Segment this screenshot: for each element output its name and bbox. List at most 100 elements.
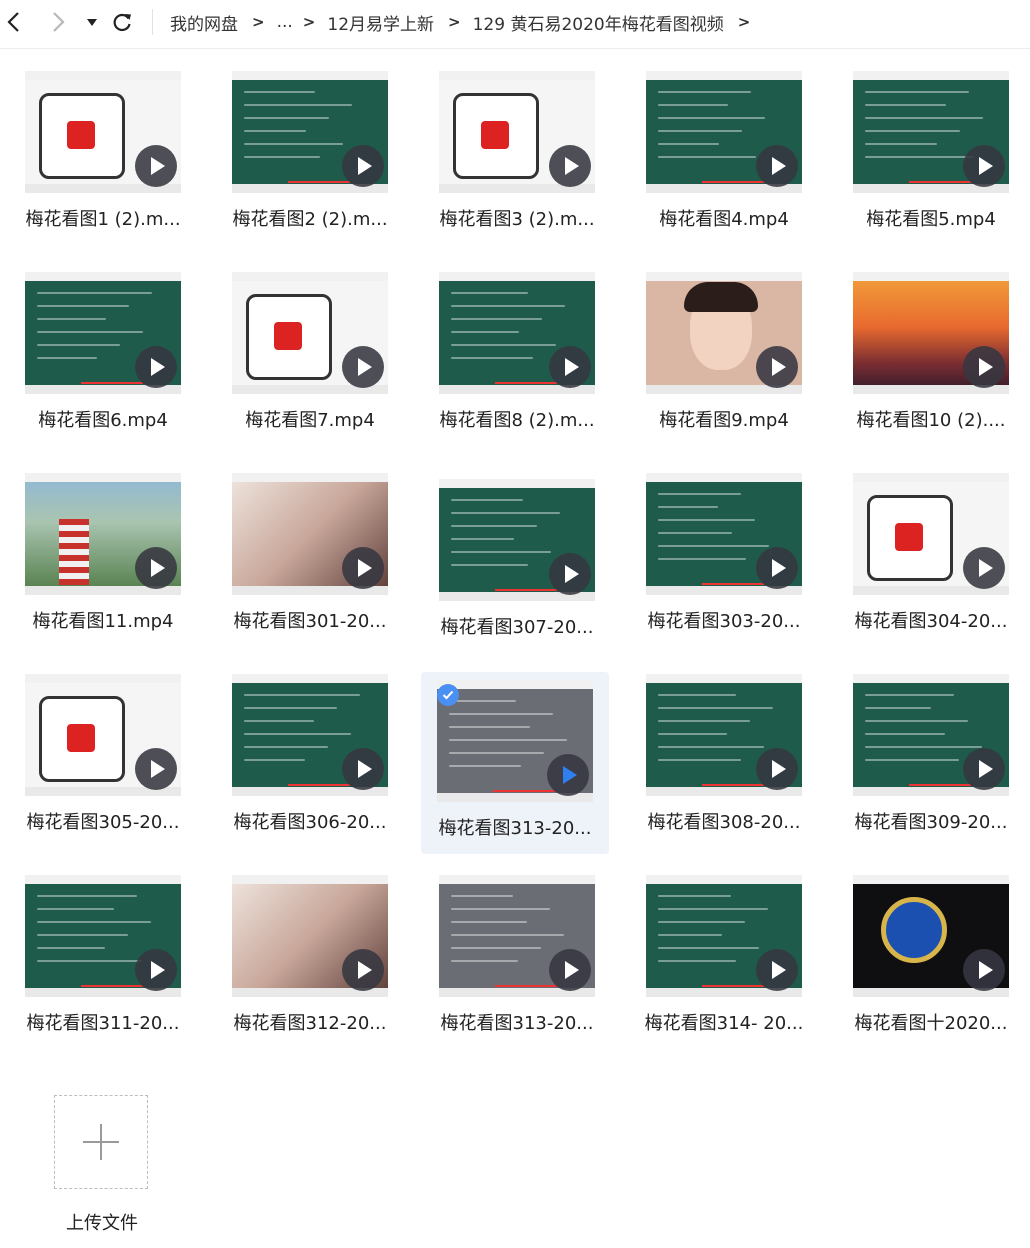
play-icon[interactable] [756,346,798,388]
play-triangle-icon [772,559,786,577]
play-icon[interactable] [963,346,1005,388]
thumbnail-topbar [232,674,388,683]
play-icon[interactable] [135,346,177,388]
thumbnail-text-line [865,746,982,748]
video-thumbnail [646,875,802,997]
file-tile[interactable]: 梅花看图309-20... [837,674,1025,856]
play-icon[interactable] [549,145,591,187]
video-thumbnail [439,71,595,193]
thumbnail-text-line [658,519,755,521]
thumbnail-text-line [449,726,530,728]
thumbnail-watermark [909,784,971,786]
play-triangle-icon [979,358,993,376]
file-tile[interactable]: 梅花看图3 (2).m... [423,71,611,253]
file-tile[interactable]: 梅花看图十2020... [837,875,1025,1057]
play-icon[interactable] [547,754,589,796]
thumbnail-text-line [658,947,759,949]
thumbnail-text-line [865,156,974,158]
file-tile[interactable]: 梅花看图4.mp4 [630,71,818,253]
thumbnail-text-line [658,506,718,508]
thumbnail-text-line [658,558,746,560]
inter-logo [881,897,947,963]
play-icon[interactable] [756,748,798,790]
play-icon[interactable] [135,145,177,187]
play-icon[interactable] [342,748,384,790]
play-icon[interactable] [756,547,798,589]
file-tile[interactable]: 梅花看图307-20... [423,479,611,661]
play-icon[interactable] [549,346,591,388]
bagua-center [67,121,95,149]
file-name: 梅花看图3 (2).m... [439,209,595,230]
thumbnail-text-line [244,143,343,145]
file-name: 梅花看图9.mp4 [659,410,789,431]
file-tile[interactable]: 梅花看图2 (2).m... [216,71,404,253]
thumbnail-text-line [449,713,553,715]
play-icon[interactable] [135,949,177,991]
file-tile[interactable]: 梅花看图7.mp4 [216,272,404,454]
thumbnail-text-line [865,733,945,735]
file-tile[interactable]: 梅花看图301-20... [216,473,404,655]
file-tile[interactable]: 梅花看图9.mp4 [630,272,818,454]
file-name: 梅花看图11.mp4 [32,611,174,632]
bagua-center [481,121,509,149]
play-icon[interactable] [342,547,384,589]
play-triangle-icon [565,358,579,376]
file-tile[interactable]: 梅花看图311-20... [9,875,197,1057]
play-icon[interactable] [963,145,1005,187]
play-triangle-icon [358,961,372,979]
play-icon[interactable] [549,553,591,595]
video-thumbnail [437,680,593,802]
thumbnail-text-line [658,707,773,709]
file-name: 梅花看图312-20... [233,1013,387,1034]
thumbnail-text-line [37,908,114,910]
play-icon[interactable] [135,547,177,589]
file-tile[interactable]: 梅花看图312-20... [216,875,404,1057]
upload-button[interactable] [54,1095,148,1189]
file-tile[interactable]: 梅花看图308-20... [630,674,818,856]
thumbnail-text-line [37,895,137,897]
play-icon[interactable] [756,145,798,187]
thumbnail-text-line [451,538,514,540]
play-icon[interactable] [342,949,384,991]
play-triangle-icon [358,559,372,577]
file-tile[interactable]: 梅花看图11.mp4 [9,473,197,655]
thumbnail-topbar [853,875,1009,884]
file-tile[interactable]: 梅花看图5.mp4 [837,71,1025,253]
file-tile[interactable]: 梅花看图314- 20... [630,875,818,1057]
file-tile[interactable]: 梅花看图10 (2).... [837,272,1025,454]
plus-icon [83,1124,119,1160]
play-icon[interactable] [756,949,798,991]
file-tile[interactable]: 梅花看图306-20... [216,674,404,856]
play-triangle-icon [151,559,165,577]
thumbnail-text-line [865,143,937,145]
thumbnail-watermark [81,382,143,384]
thumbnail-text-line [451,525,537,527]
file-tile[interactable]: 梅花看图304-20... [837,473,1025,655]
video-thumbnail [439,272,595,394]
play-icon[interactable] [549,949,591,991]
video-thumbnail [439,875,595,997]
file-tile[interactable]: 梅花看图313-20... [421,672,609,854]
video-thumbnail [646,272,802,394]
file-tile[interactable]: 梅花看图305-20... [9,674,197,856]
video-thumbnail [232,272,388,394]
thumbnail-text-line [658,130,742,132]
play-icon[interactable] [963,748,1005,790]
play-icon[interactable] [135,748,177,790]
play-icon[interactable] [342,145,384,187]
file-tile[interactable]: 梅花看图1 (2).m... [9,71,197,253]
thumbnail-text-line [451,921,527,923]
file-name: 梅花看图314- 20... [644,1013,804,1034]
file-tile[interactable]: 梅花看图8 (2).m... [423,272,611,454]
file-tile[interactable]: 梅花看图313-20... [423,875,611,1057]
play-triangle-icon [565,157,579,175]
play-icon[interactable] [963,949,1005,991]
file-tile[interactable]: 梅花看图303-20... [630,473,818,655]
selected-check-icon[interactable] [437,684,459,706]
file-name: 梅花看图4.mp4 [659,209,789,230]
thumbnail-text-line [658,960,736,962]
file-tile[interactable]: 梅花看图6.mp4 [9,272,197,454]
play-icon[interactable] [342,346,384,388]
play-icon[interactable] [963,547,1005,589]
thumbnail-text-line [37,331,143,333]
